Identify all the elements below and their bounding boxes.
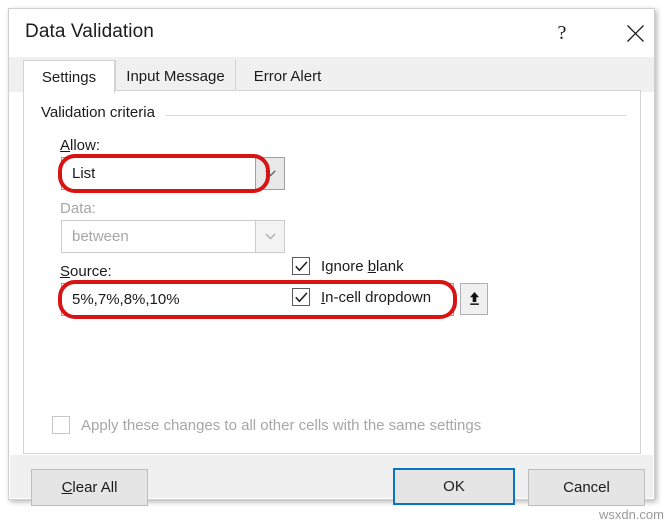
apply-all-label: Apply these changes to all other cells w… xyxy=(81,416,482,434)
apply-all-checkbox xyxy=(52,416,70,434)
close-x-icon xyxy=(626,24,644,42)
ok-button[interactable]: OK xyxy=(393,468,515,505)
ok-label: OK xyxy=(443,478,465,495)
chevron-down-icon xyxy=(264,170,276,177)
group-separator-line xyxy=(166,115,626,116)
settings-panel: Validation criteria Allow: List Data: be… xyxy=(23,90,641,454)
in-cell-dropdown-label: In-cell dropdown xyxy=(321,288,432,306)
tab-strip: Settings Input Message Error Alert xyxy=(9,57,654,93)
watermark: wsxdn.com xyxy=(598,507,664,522)
ignore-blank-checkbox-row[interactable]: Ignore blank xyxy=(292,257,404,275)
tab-input-message-label: Input Message xyxy=(126,67,225,85)
cancel-label: Cancel xyxy=(563,479,610,496)
close-button[interactable] xyxy=(613,13,657,53)
range-select-button[interactable] xyxy=(460,283,488,315)
tab-input-message[interactable]: Input Message xyxy=(115,60,235,92)
range-select-up-arrow-icon xyxy=(469,292,479,305)
allow-dropdown-arrow[interactable] xyxy=(255,157,285,190)
validation-criteria-label: Validation criteria xyxy=(41,104,163,121)
allow-dropdown[interactable]: List xyxy=(61,157,285,190)
dialog-title-bar: Data Validation ? xyxy=(9,9,654,57)
cancel-button[interactable]: Cancel xyxy=(528,469,645,506)
tab-settings[interactable]: Settings xyxy=(23,60,115,93)
help-button[interactable]: ? xyxy=(540,13,584,53)
source-label: Source: xyxy=(60,263,112,280)
data-dropdown-arrow xyxy=(255,220,285,253)
clear-all-label: Clear All xyxy=(61,479,118,496)
clear-all-button[interactable]: Clear All xyxy=(31,469,148,506)
ignore-blank-label: Ignore blank xyxy=(321,257,404,275)
question-mark-icon: ? xyxy=(557,22,567,44)
tab-error-alert[interactable]: Error Alert xyxy=(235,60,339,92)
data-dropdown-value: between xyxy=(61,220,255,253)
allow-dropdown-value: List xyxy=(61,157,255,190)
checkmark-icon xyxy=(294,291,308,302)
tab-error-alert-label: Error Alert xyxy=(253,67,322,85)
checkmark-icon xyxy=(294,260,308,271)
allow-label: Allow: xyxy=(60,137,101,154)
tab-settings-label: Settings xyxy=(41,68,97,86)
ignore-blank-checkbox[interactable] xyxy=(292,257,310,275)
in-cell-dropdown-checkbox-row[interactable]: In-cell dropdown xyxy=(292,288,431,306)
apply-all-checkbox-row: Apply these changes to all other cells w… xyxy=(52,416,481,434)
chevron-down-icon xyxy=(264,233,276,240)
data-validation-dialog: Data Validation ? Settings Input Message… xyxy=(8,8,655,506)
in-cell-dropdown-checkbox[interactable] xyxy=(292,288,310,306)
data-dropdown: between xyxy=(61,220,285,253)
dialog-title: Data Validation xyxy=(25,21,154,42)
data-label: Data: xyxy=(60,200,96,217)
